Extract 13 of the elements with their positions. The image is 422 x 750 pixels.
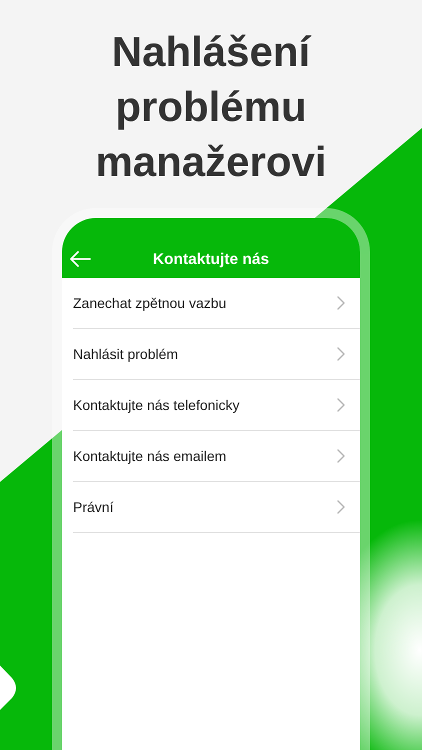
back-arrow-icon[interactable] (69, 251, 91, 267)
headline: Nahlášení problému manažerovi (94, 27, 328, 187)
chevron-icon (337, 296, 345, 310)
menu-item[interactable]: Právní (73, 482, 360, 533)
chevron-icon (337, 449, 345, 463)
chevron-icon (337, 500, 345, 514)
chevron-icon (337, 398, 345, 412)
menu-item[interactable]: Nahlásit problém (73, 329, 360, 380)
menu-item[interactable]: Kontaktujte nás telefonicky (73, 380, 360, 431)
menu-item[interactable]: Kontaktujte nás emailem (73, 431, 360, 482)
menu-item[interactable]: Zanechat zpětnou vazbu (73, 278, 360, 329)
chevron-icon (337, 347, 345, 361)
screen-title: Kontaktujte nás (152, 250, 270, 268)
